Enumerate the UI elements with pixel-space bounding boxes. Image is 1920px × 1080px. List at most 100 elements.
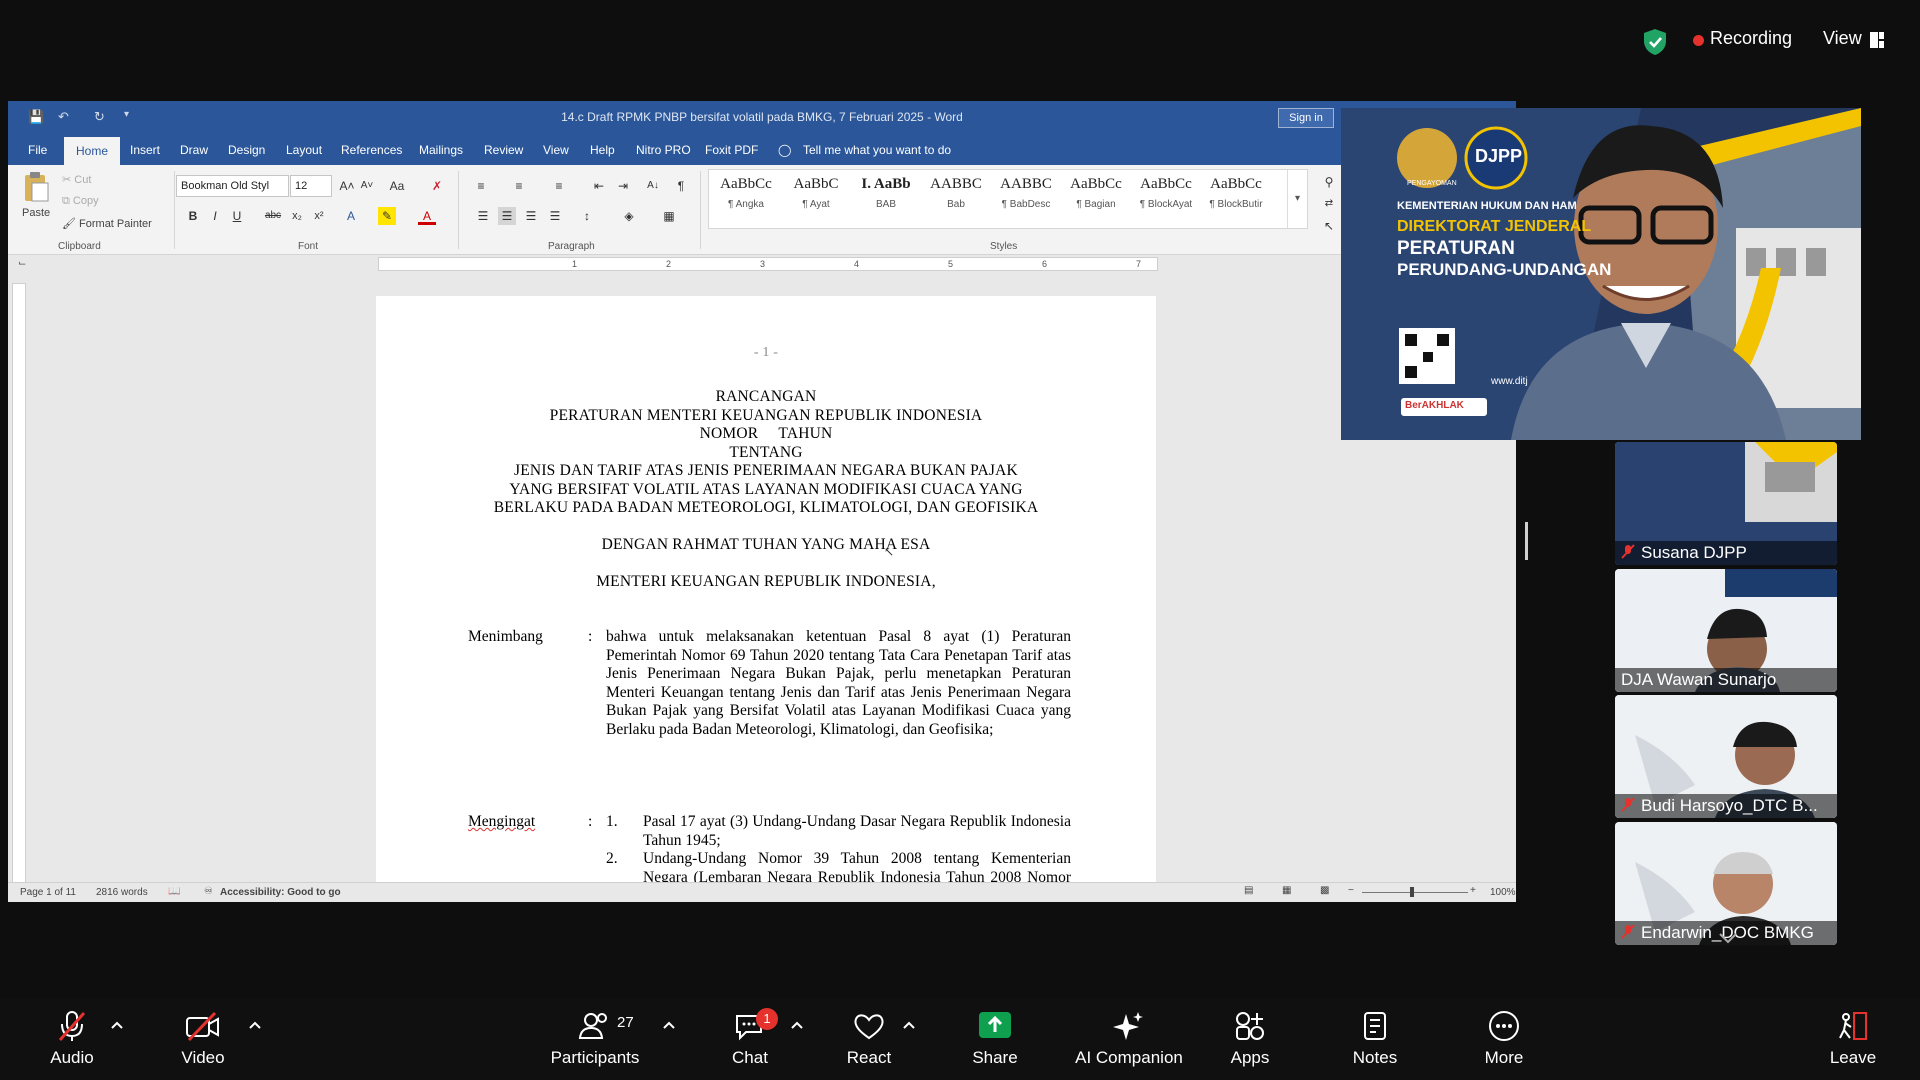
share-button[interactable]: Share	[940, 1010, 1050, 1068]
italic-icon[interactable]: I	[206, 207, 224, 225]
grow-font-icon[interactable]: A˄	[338, 177, 356, 195]
style-angka[interactable]: AaBbCc ¶ Angka	[711, 176, 781, 226]
zoom-in-icon[interactable]: +	[1470, 885, 1476, 896]
clear-formatting-icon[interactable]: ✗	[428, 177, 446, 195]
more-button[interactable]: More	[1449, 1010, 1559, 1068]
participant-tile[interactable]: Susana DJPP	[1615, 442, 1837, 565]
multilevel-list-icon[interactable]: ≡	[550, 177, 568, 195]
style-bagian[interactable]: AaBbCc ¶ Bagian	[1061, 176, 1131, 226]
chevron-down-icon[interactable]	[1716, 928, 1740, 948]
chat-options-caret-icon[interactable]	[790, 1020, 804, 1030]
tab-foxit-pdf[interactable]: Foxit PDF	[705, 143, 758, 157]
view-button[interactable]: View	[1823, 28, 1862, 49]
zoom-slider[interactable]	[1362, 892, 1468, 893]
cut-button[interactable]: ✂ Cut	[62, 173, 91, 186]
sign-in-button[interactable]: Sign in	[1278, 108, 1334, 128]
web-layout-icon[interactable]: ▩	[1320, 885, 1329, 896]
style-ayat[interactable]: AaBbC ¶ Ayat	[781, 176, 851, 226]
chat-button[interactable]: Chat	[695, 1010, 805, 1068]
font-name-dropdown[interactable]: Bookman Old Styl	[176, 175, 289, 197]
audio-button[interactable]: Audio	[17, 1010, 127, 1068]
tab-selector-icon[interactable]: ⌙	[18, 258, 26, 269]
justify-icon[interactable]: ☰	[546, 207, 564, 225]
align-center-icon[interactable]: ☰	[498, 207, 516, 225]
tab-nitro-pro[interactable]: Nitro PRO	[636, 143, 691, 157]
paste-icon[interactable]	[22, 171, 50, 203]
accessibility-status[interactable]: Accessibility: Good to go	[220, 887, 341, 898]
recording-label[interactable]: Recording	[1710, 28, 1792, 49]
bold-icon[interactable]: B	[184, 207, 202, 225]
tab-design[interactable]: Design	[228, 143, 265, 157]
tab-file[interactable]: File	[28, 143, 47, 157]
select-icon[interactable]: ↖	[1320, 217, 1338, 235]
react-options-caret-icon[interactable]	[902, 1020, 916, 1030]
video-options-caret-icon[interactable]	[248, 1020, 262, 1030]
borders-icon[interactable]: ▦	[660, 207, 678, 225]
change-case-icon[interactable]: Aa	[388, 177, 406, 195]
sort-icon[interactable]: A↓	[644, 177, 662, 195]
find-icon[interactable]: ⚲	[1320, 173, 1338, 191]
styles-more-icon[interactable]: ▾	[1287, 170, 1307, 228]
page-count[interactable]: Page 1 of 11	[20, 887, 76, 898]
superscript-icon[interactable]: x²	[310, 207, 328, 225]
decrease-indent-icon[interactable]: ⇤	[590, 177, 608, 195]
notes-button[interactable]: Notes	[1320, 1010, 1430, 1068]
paste-label[interactable]: Paste	[22, 207, 50, 219]
align-right-icon[interactable]: ☰	[522, 207, 540, 225]
style-blockbutir[interactable]: AaBbCc ¶ BlockButir	[1201, 176, 1271, 226]
increase-indent-icon[interactable]: ⇥	[614, 177, 632, 195]
react-button[interactable]: React	[814, 1010, 924, 1068]
view-layout-icon[interactable]	[1870, 32, 1884, 48]
show-marks-icon[interactable]: ¶	[672, 177, 690, 195]
copy-button[interactable]: ⧉ Copy	[62, 195, 99, 208]
highlight-icon[interactable]: ✎	[378, 207, 396, 225]
video-button[interactable]: Video	[148, 1010, 258, 1068]
tab-view[interactable]: View	[543, 143, 569, 157]
format-painter-button[interactable]: 🖌 Format Painter	[62, 217, 152, 230]
participants-options-caret-icon[interactable]	[662, 1020, 676, 1030]
tab-home[interactable]: Home	[64, 137, 120, 165]
security-shield-icon[interactable]	[1642, 28, 1668, 56]
shading-icon[interactable]: ◈	[620, 207, 638, 225]
participant-tile[interactable]: Endarwin_DOC BMKG	[1615, 822, 1837, 945]
text-effects-icon[interactable]: A	[342, 207, 360, 225]
strikethrough-icon[interactable]: abc	[264, 207, 282, 225]
style-bab-upper[interactable]: I. AaBb BAB	[851, 176, 921, 226]
zoom-level[interactable]: 100%	[1490, 887, 1516, 898]
font-size-dropdown[interactable]: 12	[290, 175, 332, 197]
participant-tile[interactable]: Budi Harsoyo_DTC B...	[1615, 695, 1837, 818]
tab-references[interactable]: References	[341, 143, 402, 157]
style-babdesc[interactable]: AABBC ¶ BabDesc	[991, 176, 1061, 226]
audio-options-caret-icon[interactable]	[110, 1020, 124, 1030]
document-page[interactable]: - 1 - RANCANGAN PERATURAN MENTERI KEUANG…	[376, 296, 1156, 902]
underline-icon[interactable]: U	[228, 207, 246, 225]
align-left-icon[interactable]: ☰	[474, 207, 492, 225]
read-mode-icon[interactable]: ▤	[1244, 885, 1253, 896]
tab-help[interactable]: Help	[590, 143, 615, 157]
print-layout-icon[interactable]: ▦	[1282, 885, 1291, 896]
tab-layout[interactable]: Layout	[286, 143, 322, 157]
participant-tile[interactable]: DJA Wawan Sunarjo	[1615, 569, 1837, 692]
leave-button[interactable]: Leave	[1798, 1010, 1908, 1068]
ai-companion-button[interactable]: AI Companion	[1074, 1010, 1184, 1068]
font-color-icon[interactable]: A	[418, 207, 436, 225]
tab-draw[interactable]: Draw	[180, 143, 208, 157]
tab-review[interactable]: Review	[484, 143, 523, 157]
active-speaker-video[interactable]: PENGAYOMAN DJPP KEMENTERIAN HUKUM DAN HA…	[1341, 108, 1861, 440]
style-blockayat[interactable]: AaBbCc ¶ BlockAyat	[1131, 176, 1201, 226]
numbering-icon[interactable]: ≡	[510, 177, 528, 195]
replace-icon[interactable]: ⇄	[1320, 195, 1338, 213]
shrink-font-icon[interactable]: A˅	[358, 177, 376, 195]
line-spacing-icon[interactable]: ↕	[578, 207, 596, 225]
tab-insert[interactable]: Insert	[130, 143, 160, 157]
zoom-slider-thumb[interactable]	[1410, 887, 1414, 897]
zoom-out-icon[interactable]: −	[1348, 885, 1354, 896]
tab-mailings[interactable]: Mailings	[419, 143, 463, 157]
bullets-icon[interactable]: ≡	[472, 177, 490, 195]
panel-splitter[interactable]	[1525, 522, 1528, 560]
apps-button[interactable]: Apps	[1195, 1010, 1305, 1068]
proofing-icon[interactable]: 📖	[168, 886, 180, 897]
subscript-icon[interactable]: x₂	[288, 207, 306, 225]
word-count[interactable]: 2816 words	[96, 887, 148, 898]
style-bab[interactable]: AABBC Bab	[921, 176, 991, 226]
